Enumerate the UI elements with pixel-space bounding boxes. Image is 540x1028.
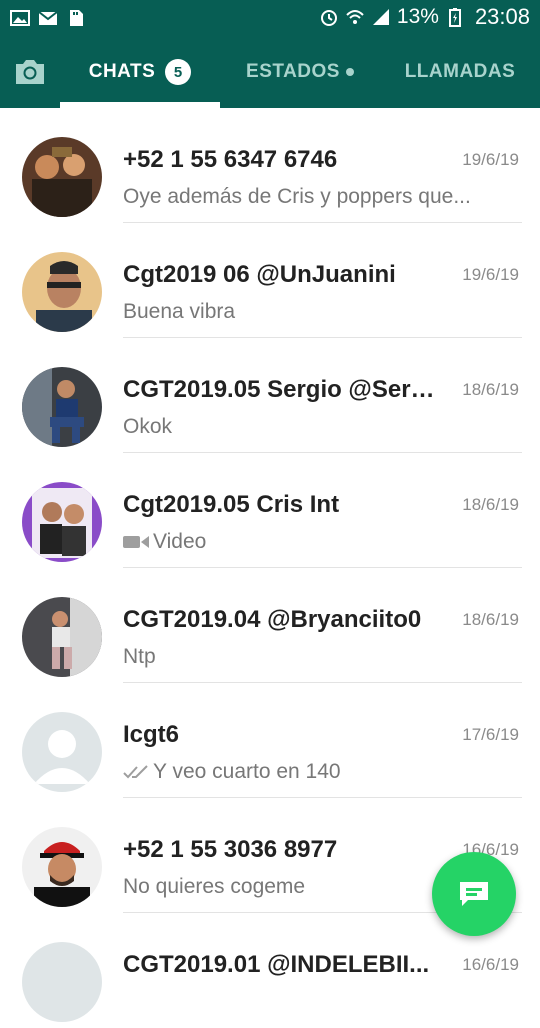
unread-badge: 5	[165, 59, 192, 85]
chat-name: +52 1 55 3036 8977	[123, 836, 338, 863]
chat-last-message: Okok	[123, 415, 503, 439]
battery-percentage: 13%	[396, 5, 439, 28]
alarm-icon	[320, 10, 337, 26]
chat-row[interactable]: Cgt2019.05 Cris Int 18/6/19 Video	[0, 453, 540, 568]
chat-last-message: Y veo cuarto en 140	[123, 760, 503, 784]
gallery-notification-icon	[10, 10, 30, 26]
message-text: Buena vibra	[123, 300, 236, 323]
new-chat-icon	[460, 882, 488, 906]
avatar[interactable]	[22, 942, 102, 1022]
message-text: Ntp	[123, 645, 156, 668]
avatar[interactable]	[22, 137, 102, 217]
new-chat-button[interactable]	[432, 852, 516, 936]
tab-llamadas[interactable]: LLAMADAS	[390, 36, 530, 108]
system-status: 13% 23:08	[319, 4, 530, 30]
message-text: Oye además de Cris y poppers que...	[123, 185, 471, 208]
wifi-icon	[346, 10, 364, 24]
avatar[interactable]	[22, 597, 102, 677]
new-status-dot	[345, 68, 354, 76]
chat-row[interactable]: Cgt2019 06 @UnJuanini 19/6/19 Buena vibr…	[0, 223, 540, 338]
chat-last-message: Buena vibra	[123, 300, 503, 324]
battery-charging-icon	[448, 8, 461, 27]
tab-chats[interactable]: CHATS 5	[60, 36, 220, 108]
chat-name: CGT2019.05 Sergio @Sergio...	[123, 376, 443, 403]
chat-row[interactable]: +52 1 55 6347 6746 19/6/19 Oye además de…	[0, 108, 540, 223]
message-text: Video	[153, 530, 207, 553]
tab-estados-label: ESTADOS	[246, 61, 340, 82]
video-camera-icon	[123, 536, 149, 548]
tab-chats-label: CHATS	[88, 61, 156, 82]
tab-bar: CHATS 5 ESTADOS LLAMADAS	[0, 36, 540, 108]
chat-last-message: Oye además de Cris y poppers que...	[123, 185, 503, 209]
chat-date: 16/6/19	[462, 955, 519, 974]
chat-date: 18/6/19	[462, 610, 519, 629]
chat-last-message: Ntp	[123, 645, 503, 669]
status-bar: 13% 23:08	[0, 0, 540, 36]
chat-name: Cgt2019 06 @UnJuanini	[123, 261, 396, 288]
message-text: Okok	[123, 415, 173, 438]
chat-date: 19/6/19	[462, 150, 519, 169]
chat-last-message: Video	[123, 530, 503, 554]
avatar[interactable]	[22, 482, 102, 562]
chat-row[interactable]: CGT2019.04 @Bryanciito0 18/6/19 Ntp	[0, 568, 540, 683]
tab-llamadas-label: LLAMADAS	[404, 61, 516, 82]
camera-icon[interactable]	[12, 56, 48, 88]
chat-date: 17/6/19	[462, 725, 519, 744]
chat-date: 19/6/19	[462, 265, 519, 284]
tab-estados[interactable]: ESTADOS	[230, 36, 370, 108]
double-check-icon	[123, 765, 148, 779]
chat-row[interactable]: Icgt6 17/6/19 Y veo cuarto en 140	[0, 683, 540, 798]
chat-row[interactable]: CGT2019.05 Sergio @Sergio... 18/6/19 Oko…	[0, 338, 540, 453]
avatar[interactable]	[22, 367, 102, 447]
default-avatar[interactable]	[22, 712, 102, 792]
chat-name: +52 1 55 6347 6746	[123, 146, 338, 173]
avatar[interactable]	[22, 827, 102, 907]
chat-date: 18/6/19	[462, 495, 519, 514]
chat-name: CGT2019.04 @Bryanciito0	[123, 606, 422, 633]
chat-name: CGT2019.01 @INDELEBII...	[123, 951, 430, 978]
chat-date: 18/6/19	[462, 380, 519, 399]
mail-notification-icon	[38, 11, 58, 25]
avatar[interactable]	[22, 252, 102, 332]
chat-name: Cgt2019.05 Cris Int	[123, 491, 340, 518]
message-text: Y veo cuarto en 140	[153, 760, 341, 783]
message-text: No quieres cogeme	[123, 875, 306, 898]
chat-name: Icgt6	[123, 721, 180, 748]
clock: 23:08	[474, 4, 530, 29]
person-placeholder-icon	[22, 712, 102, 792]
signal-icon	[372, 9, 389, 25]
notification-icons	[10, 8, 86, 28]
sd-card-notification-icon	[70, 10, 83, 26]
